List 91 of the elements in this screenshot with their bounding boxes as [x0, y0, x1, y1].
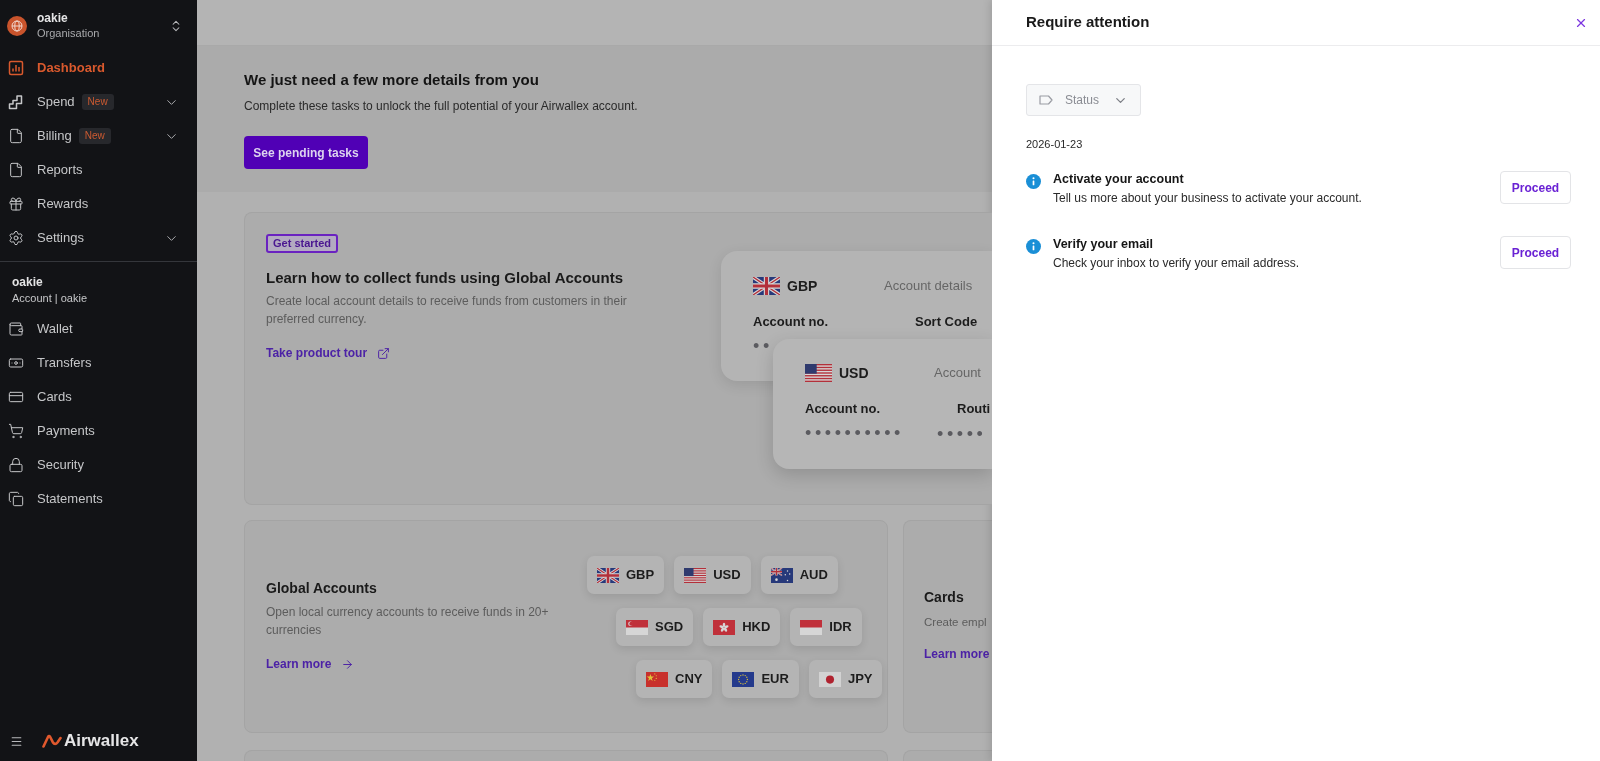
- logo-icon: [42, 734, 62, 748]
- org-name: oakie: [37, 10, 69, 26]
- details-heading: Account details: [884, 277, 973, 296]
- japan-flag-icon: [818, 671, 841, 687]
- currency-code: JPY: [847, 670, 873, 689]
- field-label: Sort Code: [915, 313, 978, 332]
- section-badge: Get started: [266, 234, 339, 253]
- currency-code: GBP: [626, 566, 655, 585]
- org-type: Organisation: [37, 25, 100, 41]
- brand-name: Airwallex: [64, 731, 139, 751]
- learn-more-link[interactable]: Learn more: [266, 656, 355, 672]
- sidebar-nav-item[interactable]: Wallet: [0, 312, 197, 346]
- sidebar-nav-item[interactable]: Transfers: [0, 346, 197, 380]
- currency-code: IDR: [829, 618, 852, 637]
- tag-icon: [1039, 95, 1053, 105]
- external-link-icon: [377, 346, 391, 360]
- field-label: Account no.: [805, 400, 882, 419]
- banner-text: Complete these tasks to unlock the full potential of your Airwallex account.: [244, 98, 638, 114]
- field-label: Routi: [957, 400, 991, 419]
- masked-number: ••••••••••: [805, 423, 905, 443]
- info-icon: [1026, 239, 1041, 254]
- currency-code: EUR: [761, 670, 789, 689]
- currency-code: USD: [713, 566, 741, 585]
- file-icon: [8, 128, 24, 144]
- sidebar-nav-item[interactable]: Settings: [0, 221, 197, 255]
- sidebar-nav-item[interactable]: Billing New: [0, 119, 197, 153]
- pending-tasks-button[interactable]: See pending tasks: [244, 136, 368, 169]
- globe-icon: [7, 15, 27, 36]
- settings-icon: [8, 230, 24, 246]
- stairs-icon: [8, 94, 24, 110]
- card-title: Cards: [924, 588, 964, 606]
- card-description: Create empl: [924, 615, 987, 630]
- sidebar-nav-item[interactable]: Security: [0, 448, 197, 482]
- hong-kong-flag-icon: [713, 619, 736, 635]
- sidebar-nav-item[interactable]: Rewards: [0, 187, 197, 221]
- cart-icon: [8, 423, 24, 439]
- task-description: Tell us more about your business to activate your account.: [1053, 190, 1362, 206]
- banknote-icon: [8, 355, 24, 371]
- currency-code: AUD: [799, 566, 828, 585]
- card-title: Learn how to collect funds using Global Accounts: [266, 268, 623, 288]
- card-description: Create local account details to receive funds from customers in their preferred currency.: [266, 293, 628, 328]
- sidebar-nav-item[interactable]: Reports: [0, 153, 197, 187]
- task-title: Activate your account: [1053, 171, 1185, 187]
- sidebar-nav-item[interactable]: Spend New: [0, 85, 197, 119]
- sidebar-nav-item[interactable]: Statements: [0, 482, 197, 516]
- wallet-icon: [8, 321, 24, 337]
- proceed-button[interactable]: Proceed: [1500, 236, 1571, 269]
- date-heading: 2026-01-23: [1026, 137, 1083, 151]
- currency-code: SGD: [655, 618, 684, 637]
- currency-code: USD: [839, 363, 869, 383]
- eu-flag-icon: [732, 671, 755, 687]
- product-tour-link[interactable]: Take product tour: [266, 345, 391, 361]
- currency-code: GBP: [787, 276, 818, 296]
- currency-code: CNY: [675, 670, 703, 689]
- us-flag-icon: [805, 364, 832, 382]
- details-heading: Account: [934, 364, 981, 383]
- currency-code: HKD: [742, 618, 771, 637]
- arrow-right-icon: [341, 657, 355, 671]
- sidebar-nav-item[interactable]: Cards: [0, 380, 197, 414]
- info-icon: [1026, 174, 1041, 189]
- sidebar-nav-item[interactable]: Payments: [0, 414, 197, 448]
- card-title: Global Accounts: [266, 579, 377, 597]
- uk-flag-icon: [753, 277, 780, 295]
- copy-icon: [8, 491, 24, 507]
- feature-badge: New: [78, 128, 111, 144]
- account-name: oakie: [12, 274, 44, 290]
- learn-more-link[interactable]: Learn more: [924, 646, 990, 662]
- task-description: Check your inbox to verify your email address.: [1053, 255, 1300, 271]
- card-description: Open local currency accounts to receive funds in 20+ currencies: [266, 604, 550, 639]
- australia-flag-icon: [770, 567, 793, 583]
- task-title: Verify your email: [1053, 236, 1155, 252]
- lock-icon: [8, 457, 24, 473]
- uk-flag-icon: [597, 567, 619, 583]
- field-label: Account no.: [753, 313, 830, 332]
- masked-number: •••••: [937, 427, 987, 441]
- sidebar-nav-item[interactable]: Dashboard: [0, 51, 197, 85]
- gift-icon: [8, 196, 24, 212]
- masked-number: ••: [753, 336, 773, 356]
- chart-icon: [8, 60, 24, 76]
- indonesia-flag-icon: [800, 619, 823, 635]
- account-subtitle: Account | oakie: [12, 291, 88, 306]
- china-flag-icon: [646, 671, 668, 687]
- feature-badge: New: [81, 94, 114, 110]
- us-flag-icon: [684, 567, 707, 583]
- credit-card-icon: [8, 389, 24, 405]
- file-icon: [8, 162, 24, 178]
- menu-icon[interactable]: [10, 734, 23, 748]
- proceed-button[interactable]: Proceed: [1500, 171, 1571, 204]
- banner-title: We just need a few more details from you: [244, 70, 539, 90]
- singapore-flag-icon: [626, 619, 648, 635]
- panel-title: Require attention: [1026, 12, 1150, 33]
